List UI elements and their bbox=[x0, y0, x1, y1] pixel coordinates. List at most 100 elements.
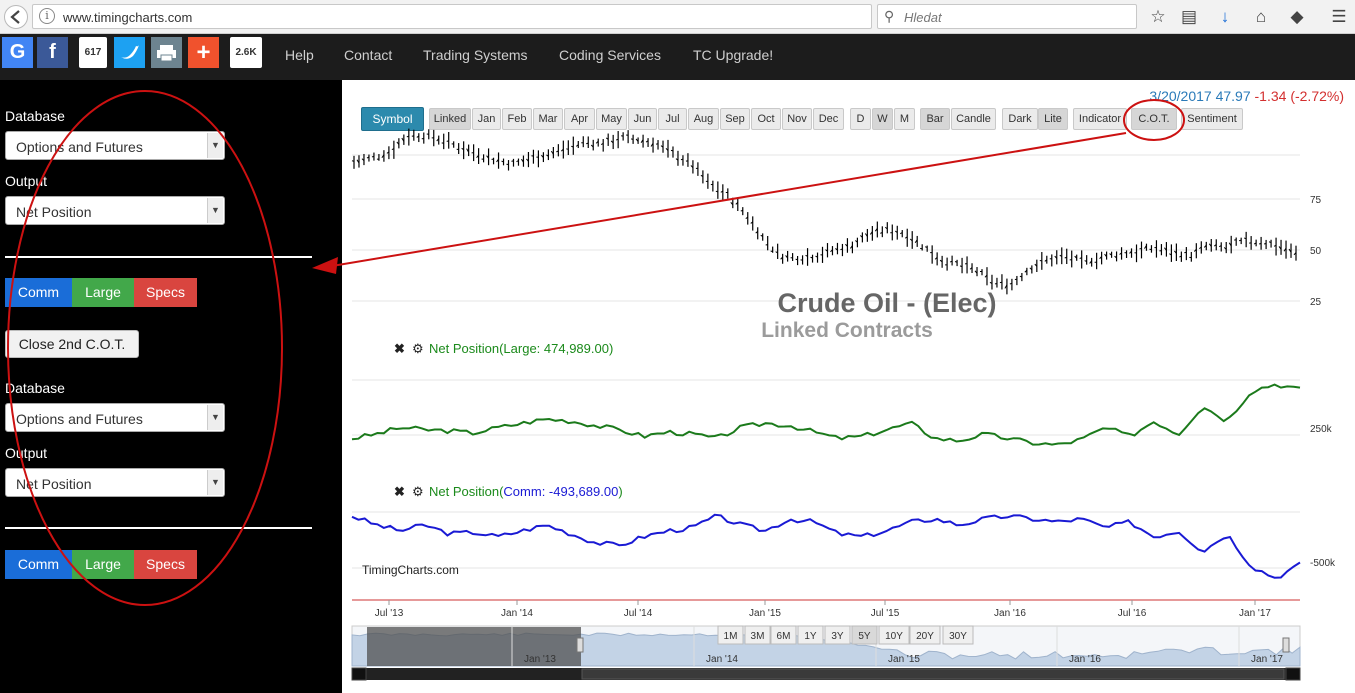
site-navigation: G f 617 + 2.6K Help Contact Trading Syst… bbox=[0, 34, 1355, 80]
cot-sidebar: Database Options and Futures ▼ Output Ne… bbox=[0, 80, 342, 693]
specs-button-2[interactable]: Specs bbox=[134, 550, 197, 579]
navigator-label: Jan '15 bbox=[888, 654, 920, 665]
large-button-2[interactable]: Large bbox=[72, 550, 134, 579]
output-label: Output bbox=[5, 173, 48, 189]
navigator-left-handle bbox=[576, 637, 584, 653]
price-y-tick: 25 bbox=[1310, 297, 1322, 308]
facebook-count: 617 bbox=[79, 37, 107, 68]
nav-trading-systems[interactable]: Trading Systems bbox=[423, 47, 528, 63]
output-select-2[interactable]: Net Position ▼ bbox=[5, 468, 225, 497]
comm-legend-close: ) bbox=[618, 484, 622, 499]
large-legend-value: Large: 474,989.00 bbox=[503, 341, 609, 356]
price-bar-open bbox=[715, 190, 719, 193]
addthis-plus-icon[interactable]: + bbox=[188, 37, 219, 68]
database-select[interactable]: Options and Futures ▼ bbox=[5, 131, 225, 160]
chart-title: Crude Oil - (Elec) bbox=[777, 288, 996, 318]
scroll-right-button[interactable] bbox=[1285, 667, 1301, 681]
comm-legend-name: Net Position( bbox=[429, 484, 504, 499]
range-label-10y: 10Y bbox=[885, 631, 903, 642]
price-bar-open bbox=[1184, 251, 1187, 254]
home-icon[interactable]: ⌂ bbox=[1250, 6, 1272, 28]
address-bar[interactable]: i www.timingcharts.com ↻ bbox=[32, 4, 892, 30]
nav-help[interactable]: Help bbox=[285, 47, 314, 63]
close-icon: ✖ bbox=[394, 341, 405, 356]
x-tick-label: Jul '16 bbox=[1118, 608, 1147, 619]
divider-2 bbox=[5, 527, 312, 529]
output-label-2: Output bbox=[5, 445, 48, 461]
x-tick-label: Jan '14 bbox=[501, 608, 533, 619]
close-icon: ✖ bbox=[394, 484, 405, 499]
price-bar-open bbox=[566, 148, 569, 150]
watermark: TimingCharts.com bbox=[362, 563, 459, 577]
chevron-down-icon: ▼ bbox=[207, 133, 223, 158]
range-label-3y: 3Y bbox=[831, 631, 844, 642]
price-bar-open bbox=[586, 142, 589, 145]
range-label-1y: 1Y bbox=[804, 631, 817, 642]
x-tick-label: Jul '15 bbox=[871, 608, 900, 619]
range-label-1m: 1M bbox=[724, 631, 738, 642]
close-second-cot-button[interactable]: Close 2nd C.O.T. bbox=[5, 330, 139, 358]
price-bar-open bbox=[925, 246, 928, 248]
database-label-2: Database bbox=[5, 380, 65, 396]
nav-coding-services[interactable]: Coding Services bbox=[559, 47, 661, 63]
comm-y-tick: -500k bbox=[1310, 558, 1336, 569]
comm-button[interactable]: Comm bbox=[5, 278, 72, 307]
price-bar-open bbox=[1064, 256, 1067, 259]
specs-button[interactable]: Specs bbox=[134, 278, 197, 307]
scroll-left-button[interactable] bbox=[351, 667, 367, 681]
price-bar-open bbox=[959, 265, 963, 268]
search-icon: ⚲ bbox=[884, 8, 895, 24]
price-bar-open bbox=[1268, 241, 1272, 243]
large-y-tick: 250k bbox=[1310, 424, 1333, 435]
comm-legend-value: Comm: -493,689.00 bbox=[503, 484, 618, 499]
database-select-2[interactable]: Options and Futures ▼ bbox=[5, 403, 225, 432]
price-bar-open bbox=[351, 160, 355, 162]
output-select[interactable]: Net Position ▼ bbox=[5, 196, 225, 225]
output-select-value: Net Position bbox=[16, 204, 92, 220]
price-bar-open bbox=[511, 160, 514, 162]
nav-contact[interactable]: Contact bbox=[344, 47, 392, 63]
google-share-icon[interactable]: G bbox=[2, 37, 33, 68]
x-tick-label: Jan '17 bbox=[1239, 608, 1271, 619]
menu-icon[interactable]: ☰ bbox=[1328, 6, 1350, 28]
price-bar-open bbox=[1239, 239, 1242, 242]
search-input[interactable]: ⚲ Hledat bbox=[877, 4, 1137, 29]
range-label-5y: 5Y bbox=[858, 631, 871, 642]
large-legend-name: Net Position( bbox=[429, 341, 504, 356]
back-arrow-icon[interactable] bbox=[4, 5, 28, 29]
comm-legend-title: Net Position(Comm: -493,689.00) bbox=[429, 484, 623, 499]
navigator-label: Jan '13 bbox=[524, 654, 556, 665]
price-y-tick: 75 bbox=[1310, 195, 1322, 206]
scroll-thumb[interactable] bbox=[581, 668, 1285, 680]
pocket-icon[interactable]: ◆ bbox=[1286, 6, 1308, 28]
twitter-share-icon[interactable] bbox=[114, 37, 145, 68]
range-label-6m: 6M bbox=[777, 631, 791, 642]
price-bar-open bbox=[740, 209, 743, 212]
price-bar-open bbox=[810, 256, 813, 259]
database-select-value: Options and Futures bbox=[16, 139, 143, 155]
x-tick-label: Jan '15 bbox=[749, 608, 781, 619]
url-text: www.timingcharts.com bbox=[63, 10, 193, 25]
x-tick-label: Jan '16 bbox=[994, 608, 1026, 619]
range-label-20y: 20Y bbox=[916, 631, 934, 642]
price-bar-open bbox=[680, 158, 684, 161]
reading-list-icon[interactable]: ▤ bbox=[1178, 6, 1200, 28]
comm-button-2[interactable]: Comm bbox=[5, 550, 72, 579]
info-icon[interactable]: i bbox=[39, 8, 55, 24]
large-button[interactable]: Large bbox=[72, 278, 134, 307]
chart-panel: 3/20/2017 47.97 -1.34 (-2.72%) Symbol Li… bbox=[342, 80, 1355, 693]
chart-svg[interactable]: 75 50 25 Crude Oil - (Elec)Linked Contracts… bbox=[342, 80, 1355, 693]
download-icon[interactable]: ↓ bbox=[1214, 6, 1236, 28]
divider bbox=[5, 256, 312, 258]
chevron-down-icon: ▼ bbox=[207, 198, 223, 223]
large-legend-close: ) bbox=[609, 341, 613, 356]
x-tick-label: Jul '13 bbox=[375, 608, 404, 619]
chevron-down-icon: ▼ bbox=[207, 470, 223, 495]
navigator-label: Jan '14 bbox=[706, 654, 738, 665]
range-label-30y: 30Y bbox=[949, 631, 967, 642]
navigator-label: Jan '16 bbox=[1069, 654, 1101, 665]
star-icon[interactable]: ☆ bbox=[1147, 6, 1169, 28]
nav-tc-upgrade[interactable]: TC Upgrade! bbox=[693, 47, 773, 63]
print-icon[interactable] bbox=[151, 37, 182, 68]
facebook-share-icon[interactable]: f bbox=[37, 37, 68, 68]
